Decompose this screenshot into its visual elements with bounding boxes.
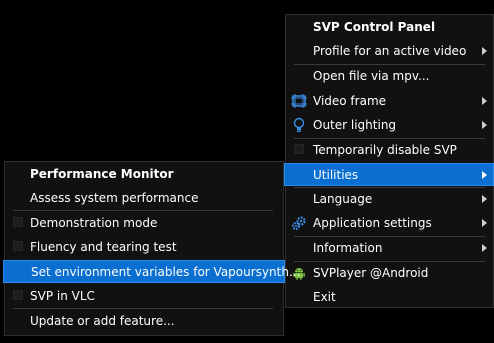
menu-item-application-settings[interactable]: Application settings — [286, 212, 493, 234]
menu-item-language[interactable]: Language — [286, 188, 493, 210]
light-bulb-icon — [293, 117, 305, 132]
submenu-item-update-add-feature[interactable]: Update or add feature... — [5, 310, 283, 332]
menu-separator — [13, 210, 273, 211]
menu-separator — [13, 308, 273, 309]
chevron-right-icon — [482, 244, 487, 252]
menu-item-exit[interactable]: Exit — [286, 286, 493, 308]
chevron-right-icon — [482, 47, 487, 55]
chevron-right-icon — [482, 97, 487, 105]
svp-context-menu: SVP Control Panel Profile for an active … — [284, 14, 494, 308]
checkbox-icon — [13, 290, 23, 300]
submenu-item-demonstration-mode[interactable]: Demonstration mode — [5, 212, 283, 234]
submenu-title: Performance Monitor — [30, 167, 174, 181]
chevron-right-icon — [482, 219, 487, 227]
menu-item-temporarily-disable-svp[interactable]: Temporarily disable SVP — [286, 139, 493, 161]
chevron-right-icon — [482, 195, 487, 203]
submenu-item-assess-performance[interactable]: Assess system performance — [5, 187, 283, 209]
menu-item-information[interactable]: Information — [286, 237, 493, 259]
checkbox-icon — [13, 217, 23, 227]
chevron-right-icon — [482, 121, 487, 129]
chevron-right-icon — [482, 171, 487, 179]
utilities-submenu: Performance Monitor Assess system perfor… — [3, 161, 300, 336]
menu-title: SVP Control Panel — [313, 20, 436, 34]
submenu-item-fluency-tearing-test[interactable]: Fluency and tearing test — [5, 236, 283, 258]
menu-item-outer-lighting[interactable]: Outer lighting — [286, 114, 493, 136]
menu-item-svplayer-android[interactable]: SVPlayer @Android — [286, 262, 493, 284]
menu-item-video-frame[interactable]: Video frame — [286, 90, 493, 112]
checkbox-icon — [294, 144, 304, 154]
menu-item-utilities[interactable]: Utilities — [284, 163, 494, 186]
checkbox-icon — [13, 241, 23, 251]
submenu-item-svp-in-vlc[interactable]: SVP in VLC — [5, 285, 283, 307]
menu-item-profile-active-video[interactable]: Profile for an active video — [286, 40, 493, 62]
submenu-item-set-env-vars-vapoursynth[interactable]: Set environment variables for Vapoursynt… — [3, 260, 300, 283]
menu-item-open-file-mpv[interactable]: Open file via mpv... — [286, 65, 493, 87]
video-frame-icon — [291, 94, 307, 108]
gears-icon — [292, 216, 306, 230]
